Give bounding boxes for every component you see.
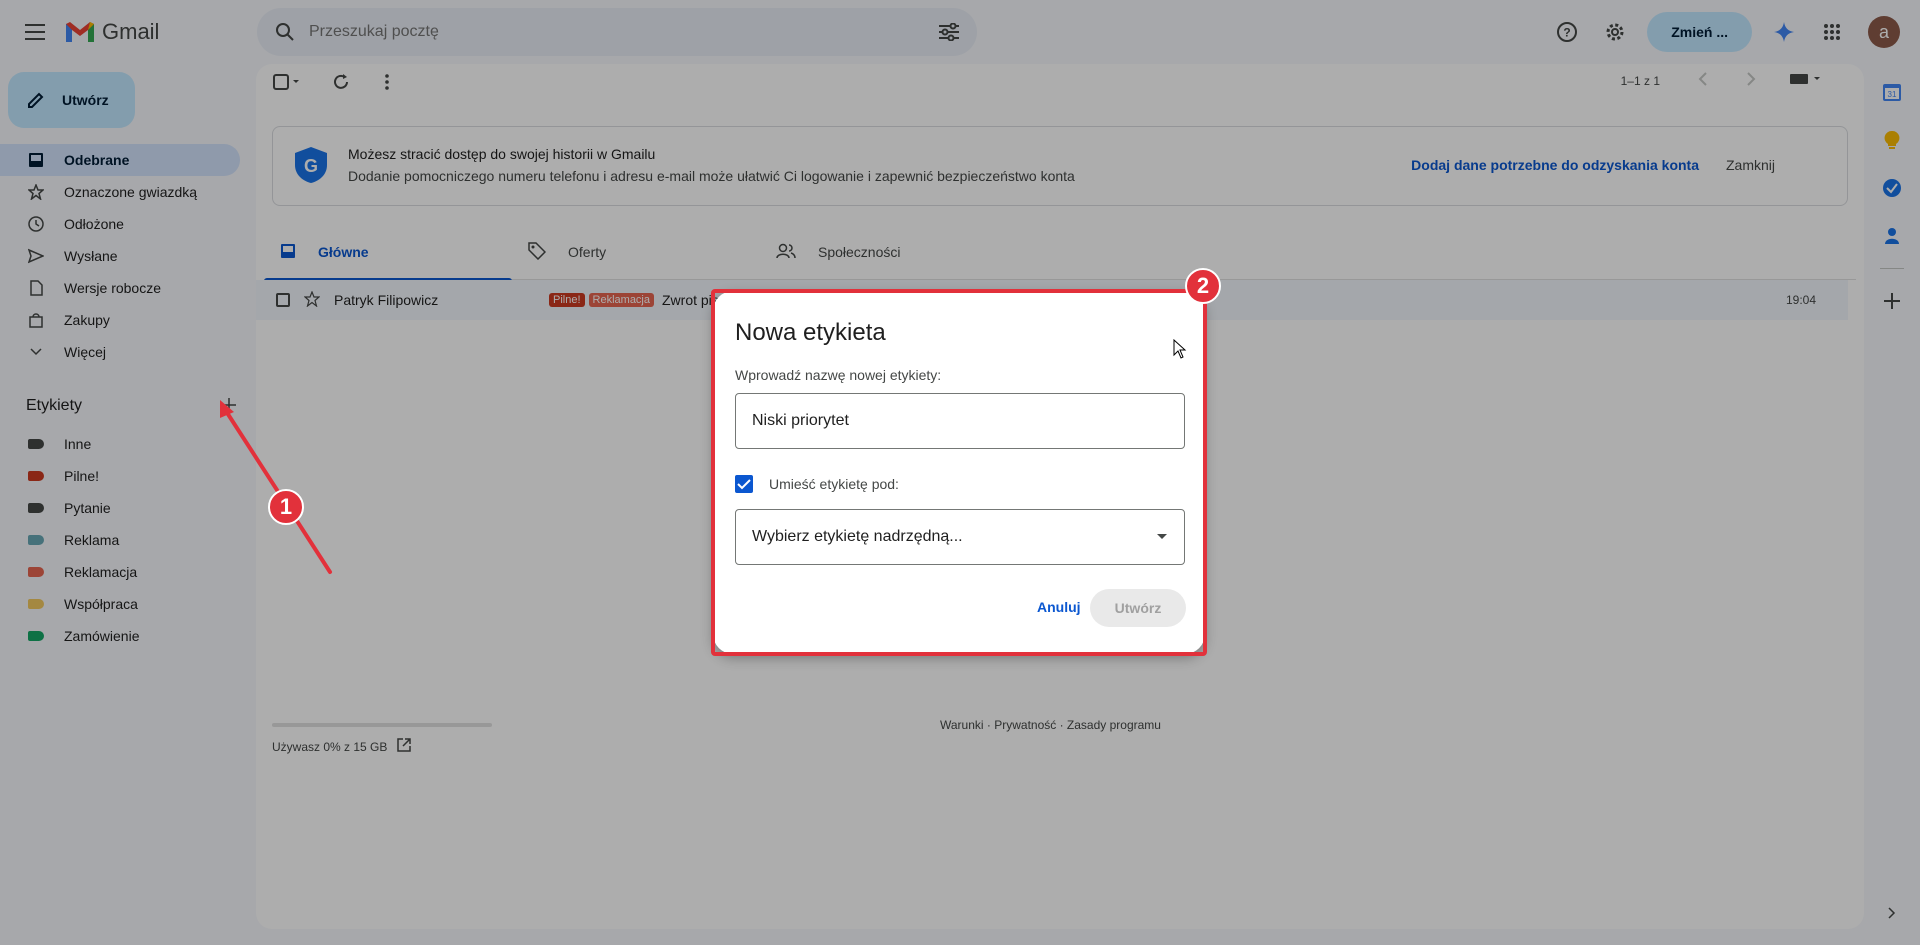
label-name-prompt: Wprowadź nazwę nowej etykiety: (735, 367, 942, 383)
parent-label-select[interactable]: Wybierz etykietę nadrzędną... (735, 509, 1185, 565)
nest-label-row: Umieść etykietę pod: (735, 475, 899, 493)
nest-label-text: Umieść etykietę pod: (769, 476, 899, 492)
mouse-cursor-icon (1173, 339, 1187, 359)
annotation-arrow (220, 400, 332, 574)
dialog-title: Nowa etykieta (735, 319, 886, 346)
annotation-marker-2: 2 (1185, 268, 1221, 304)
label-name-input[interactable] (735, 393, 1185, 449)
annotation-marker-1: 1 (268, 489, 304, 525)
create-label-button[interactable]: Utwórz (1090, 589, 1186, 627)
new-label-dialog: Nowa etykieta Wprowadź nazwę nowej etyki… (713, 291, 1205, 654)
parent-label-placeholder: Wybierz etykietę nadrzędną... (752, 528, 963, 545)
dropdown-arrow-icon (1156, 528, 1168, 546)
nest-label-checkbox[interactable] (735, 475, 753, 493)
cancel-button[interactable]: Anuluj (1025, 589, 1093, 625)
